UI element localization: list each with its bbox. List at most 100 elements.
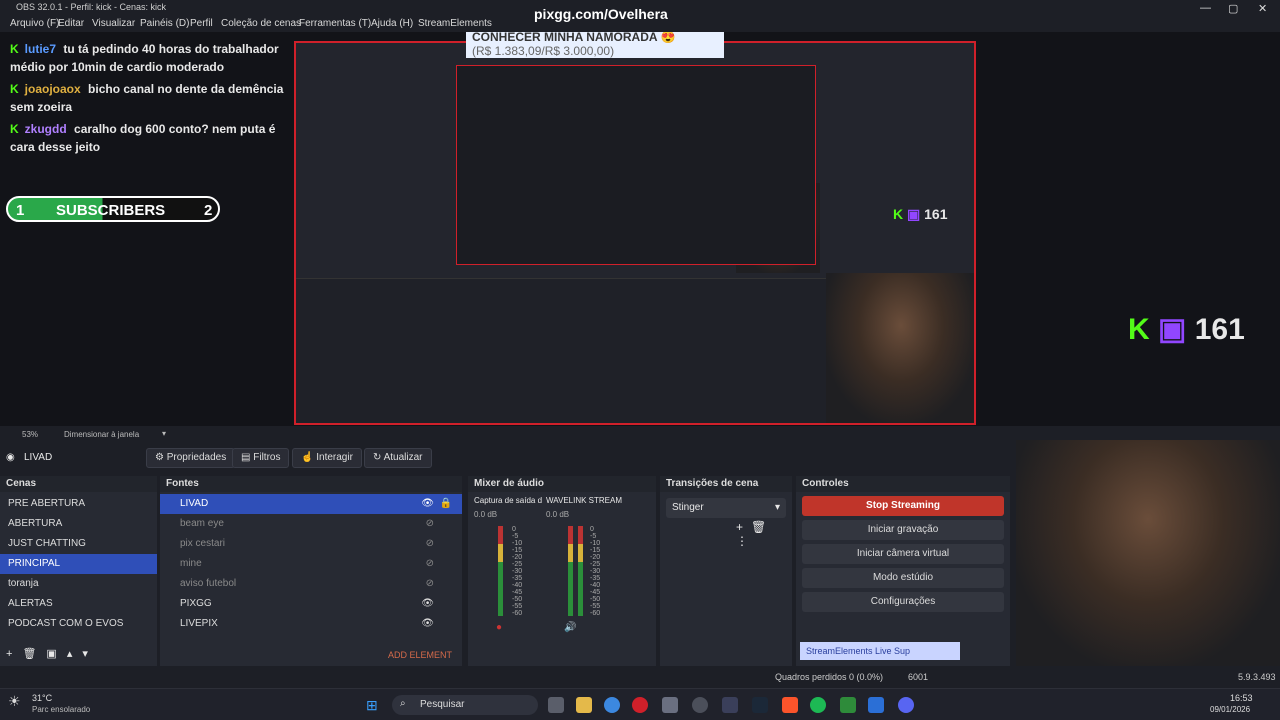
studio-mode-button[interactable]: Modo estúdio — [802, 568, 1004, 588]
close-icon[interactable]: ✕ — [1258, 2, 1267, 15]
source-row[interactable]: LIVEPIX 👁 — [160, 614, 462, 634]
trash-icon[interactable]: 🗑 — [751, 520, 774, 534]
file-explorer-icon[interactable] — [576, 697, 592, 713]
meter-tick-label: -50 — [590, 596, 601, 603]
nested-inner-preview — [456, 65, 816, 265]
discord-icon[interactable] — [898, 697, 914, 713]
start-virtual-camera-button[interactable]: Iniciar câmera virtual — [802, 544, 1004, 564]
version: 5.9.3.493 — [1238, 672, 1276, 682]
add-icon[interactable]: + — [736, 520, 751, 534]
source-row[interactable]: pix cestari ⊘ — [160, 534, 462, 554]
maximize-icon[interactable]: ▢ — [1228, 2, 1238, 15]
lock-icon[interactable]: 🔒 — [440, 498, 452, 509]
scene-item[interactable]: PODCAST COM O EVOS — [0, 614, 157, 634]
steam-icon[interactable] — [752, 697, 768, 713]
mixer-title: Mixer de áudio — [468, 476, 656, 492]
webcam-nested-2 — [826, 273, 974, 423]
meter-tick-label: -35 — [590, 575, 601, 582]
menu-scene-collection[interactable]: Coleção de cenas — [221, 18, 301, 29]
trash-icon[interactable]: 🗑 — [22, 648, 46, 660]
down-icon[interactable]: ▾ — [82, 648, 98, 660]
eye-icon[interactable]: 👁 — [421, 598, 434, 609]
menu-profile[interactable]: Perfil — [190, 18, 213, 29]
source-name: aviso futebol — [180, 578, 237, 589]
obs-icon[interactable] — [692, 697, 708, 713]
chevron-down-icon[interactable]: ▾ — [162, 429, 166, 438]
refresh-button[interactable]: ↻ Atualizar — [364, 448, 432, 468]
source-row[interactable]: PIXGG 👁 — [160, 594, 462, 614]
minimize-icon[interactable]: — — [1200, 2, 1211, 14]
program-preview[interactable]: Klutie7 tu tá pedindo 40 horas do trabal… — [0, 32, 1280, 426]
dropped-frames: Quadros perdidos 0 (0.0%) — [775, 672, 884, 682]
app-icon[interactable] — [840, 697, 856, 713]
source-row[interactable]: LIVAD 👁 🔒 — [160, 494, 462, 514]
speaker-icon[interactable]: 🔊 — [564, 622, 576, 633]
mute-icon[interactable]: ● — [496, 622, 502, 633]
transition-select[interactable]: Stinger ▾ — [666, 498, 786, 518]
interact-label: Interagir — [316, 452, 353, 463]
meter-tick-label: -40 — [512, 582, 523, 589]
brave-icon[interactable] — [782, 697, 798, 713]
menu-docks[interactable]: Painéis (D) — [140, 18, 189, 29]
app-icon[interactable] — [662, 697, 678, 713]
scene-item-selected[interactable]: PRINCIPAL — [0, 554, 157, 574]
zoom-level[interactable]: 53% — [22, 430, 38, 439]
audio-meter — [568, 526, 573, 616]
windows-start-icon[interactable]: ⊞ — [366, 697, 378, 714]
taskbar-search[interactable]: Pesquisar — [392, 695, 538, 715]
add-icon[interactable]: + — [6, 648, 22, 660]
meter-tick-label: -15 — [590, 547, 601, 554]
selected-source-name: LIVAD — [24, 452, 53, 463]
properties-button[interactable]: ⚙ Propriedades — [146, 448, 236, 468]
settings-button[interactable]: Configurações — [802, 592, 1004, 612]
taskview-icon[interactable] — [548, 697, 564, 713]
fit-to-window[interactable]: Dimensionar à janela — [64, 430, 139, 439]
source-row[interactable]: mine ⊘ — [160, 554, 462, 574]
scene-item[interactable]: ALERTAS — [0, 594, 157, 614]
properties-label: Propriedades — [166, 452, 227, 463]
filter-icon[interactable]: ▣ — [46, 648, 66, 660]
menu-streamelements[interactable]: StreamElements — [418, 18, 492, 29]
meter-tick-label: -35 — [512, 575, 523, 582]
chevron-down-icon: ▾ — [774, 502, 780, 513]
filters-button[interactable]: ▤ Filtros — [232, 448, 290, 468]
opera-icon[interactable] — [632, 697, 648, 713]
up-icon[interactable]: ▴ — [67, 648, 83, 660]
menu-file[interactable]: Arquivo (F) — [10, 18, 59, 29]
clock-date[interactable]: 09/01/2026 — [1210, 705, 1250, 714]
menu-edit[interactable]: Editar — [58, 18, 84, 29]
scene-item[interactable]: ABERTURA — [0, 514, 157, 534]
scene-item[interactable]: toranja — [0, 574, 157, 594]
scene-item[interactable]: PRE ABERTURA — [0, 494, 157, 514]
streamelements-button[interactable]: StreamElements Live Sup — [800, 642, 960, 660]
add-element-button[interactable]: ADD ELEMENT — [388, 650, 452, 660]
menu-tools[interactable]: Ferramentas (T) — [299, 18, 371, 29]
meter-tick-label: -10 — [512, 540, 523, 547]
clock-time[interactable]: 16:53 — [1230, 693, 1253, 703]
window-title: OBS 32.0.1 - Perfil: kick - Cenas: kick — [16, 2, 167, 12]
app-icon[interactable] — [722, 697, 738, 713]
weather-icon: ☀ — [8, 693, 21, 709]
start-recording-button[interactable]: Iniciar gravação — [802, 520, 1004, 540]
menu-help[interactable]: Ajuda (H) — [371, 18, 413, 29]
sources-dock: Fontes LIVAD 👁 🔒 beam eye ⊘ pix cestari ⊘ mi… — [160, 476, 462, 666]
eye-hidden-icon[interactable]: ⊘ — [426, 558, 434, 569]
meter-tick-label: -55 — [512, 603, 523, 610]
sources-title: Fontes — [160, 476, 462, 492]
eye-hidden-icon[interactable]: ⊘ — [426, 518, 434, 529]
eye-icon[interactable]: 👁 — [421, 498, 434, 509]
mixer-channel-db: 0.0 dB — [474, 510, 498, 519]
menu-view[interactable]: Visualizar — [92, 18, 135, 29]
stop-streaming-button[interactable]: Stop Streaming — [802, 496, 1004, 516]
chrome-icon[interactable] — [604, 697, 620, 713]
spotify-icon[interactable] — [810, 697, 826, 713]
more-icon[interactable]: ⋮ — [736, 534, 756, 548]
source-row[interactable]: beam eye ⊘ — [160, 514, 462, 534]
eye-hidden-icon[interactable]: ⊘ — [426, 538, 434, 549]
eye-hidden-icon[interactable]: ⊘ — [426, 578, 434, 589]
interact-button[interactable]: ☝ Interagir — [292, 448, 362, 468]
eye-icon[interactable]: 👁 — [421, 618, 434, 629]
app-icon[interactable] — [868, 697, 884, 713]
source-row[interactable]: aviso futebol ⊘ — [160, 574, 462, 594]
scene-item[interactable]: JUST CHATTING — [0, 534, 157, 554]
